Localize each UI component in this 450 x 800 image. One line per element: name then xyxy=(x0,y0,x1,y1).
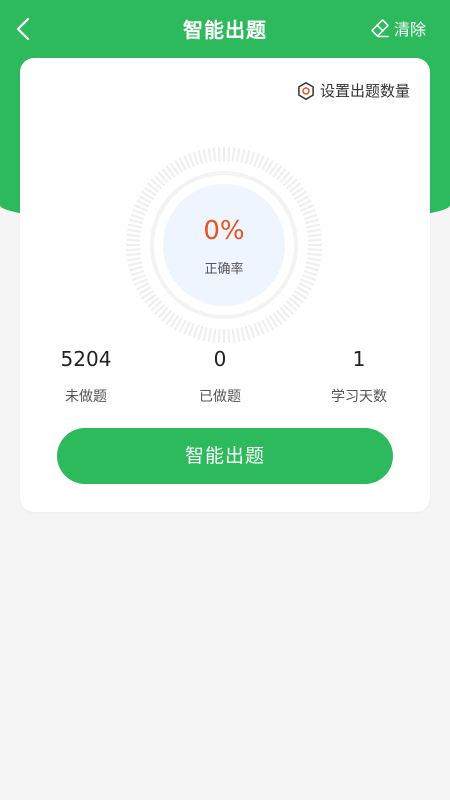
accuracy-value: 0% xyxy=(203,216,245,246)
set-question-count-button[interactable]: 设置出题数量 xyxy=(296,80,410,101)
gauge-tick xyxy=(126,252,141,257)
gauge-tick xyxy=(304,218,319,225)
clear-button[interactable]: 清除 xyxy=(370,15,426,41)
gauge-tick xyxy=(253,153,261,167)
gauge-tick xyxy=(130,213,145,220)
gauge-tick xyxy=(244,325,251,340)
gauge-tick xyxy=(302,274,316,282)
gauge-tick xyxy=(132,208,146,216)
gauge-tick xyxy=(217,147,221,162)
gauge-tick xyxy=(307,238,322,242)
gauge-tick xyxy=(187,153,195,167)
gauge-tick xyxy=(227,328,231,343)
gauge-tick xyxy=(240,148,246,164)
gauge-tick xyxy=(192,151,199,166)
gauge-tick xyxy=(129,218,144,225)
gauge-tick xyxy=(227,147,231,162)
gauge-tick xyxy=(207,148,212,163)
stat-undone-value: 5204 xyxy=(60,347,112,371)
stat-done-label: 已做题 xyxy=(199,389,241,405)
top-bar: 智能出题 清除 xyxy=(0,0,450,58)
gauge-tick xyxy=(207,327,212,342)
gauge-tick xyxy=(249,324,256,339)
stat-undone: 5204 未做题 xyxy=(26,346,146,406)
gauge-tick xyxy=(306,228,321,233)
gauge-tick xyxy=(126,233,141,238)
gauge-tick xyxy=(307,252,322,257)
gauge-tick xyxy=(249,151,256,166)
gauge-tick xyxy=(244,150,251,165)
gauge-tick xyxy=(127,223,143,229)
accuracy-gauge: 0% 正确率 xyxy=(124,145,324,345)
stats-row: 5204 未做题 0 已做题 1 学习天数 xyxy=(20,346,430,406)
gauge-tick xyxy=(127,257,142,262)
gauge-tick xyxy=(303,270,318,277)
accuracy-gauge-center: 0% 正确率 xyxy=(163,184,285,306)
gauge-tick xyxy=(305,261,321,267)
chevron-left-icon xyxy=(8,12,40,46)
gauge-tick xyxy=(192,324,199,339)
gauge-tick xyxy=(307,248,322,252)
back-button[interactable] xyxy=(8,12,40,46)
gauge-tick xyxy=(236,327,241,342)
gauge-tick xyxy=(304,265,319,272)
gauge-tick xyxy=(305,223,321,229)
stat-study-days-label: 学习天数 xyxy=(331,389,387,405)
gauge-tick xyxy=(253,323,261,337)
gauge-tick xyxy=(303,213,318,220)
gauge-tick xyxy=(202,148,208,164)
stat-study-days: 1 学习天数 xyxy=(299,346,419,406)
eraser-icon xyxy=(370,18,390,38)
gauge-tick xyxy=(240,326,246,342)
gauge-tick xyxy=(132,274,146,282)
gauge-tick xyxy=(217,328,221,343)
gauge-tick xyxy=(187,323,195,337)
gauge-tick xyxy=(307,233,322,238)
gauge-tick xyxy=(130,270,145,277)
gear-icon xyxy=(296,81,316,101)
practice-card: 设置出题数量 0% 正确率 5204 未做题 0 已做题 1 学习天数 智能出题 xyxy=(20,58,430,512)
accuracy-label: 正确率 xyxy=(204,262,244,277)
gauge-tick xyxy=(212,328,217,343)
gauge-tick xyxy=(127,228,142,233)
gauge-tick xyxy=(302,208,316,216)
gauge-tick xyxy=(126,238,141,242)
smart-practice-button[interactable]: 智能出题 xyxy=(57,428,393,484)
set-question-count-label: 设置出题数量 xyxy=(319,82,410,100)
gauge-tick xyxy=(236,148,241,163)
stat-undone-label: 未做题 xyxy=(65,389,107,405)
gauge-tick xyxy=(126,248,141,252)
gauge-tick xyxy=(306,257,321,262)
gauge-tick xyxy=(197,150,204,165)
gauge-tick xyxy=(197,325,204,340)
gauge-tick xyxy=(127,261,143,267)
gauge-tick xyxy=(231,147,236,162)
gauge-tick xyxy=(202,326,208,342)
stat-study-days-value: 1 xyxy=(352,347,366,371)
stat-done-value: 0 xyxy=(213,347,227,371)
gauge-tick xyxy=(212,147,217,162)
gauge-tick xyxy=(231,328,236,343)
stat-done: 0 已做题 xyxy=(160,346,280,406)
gauge-tick xyxy=(129,265,144,272)
clear-label: 清除 xyxy=(393,20,426,39)
